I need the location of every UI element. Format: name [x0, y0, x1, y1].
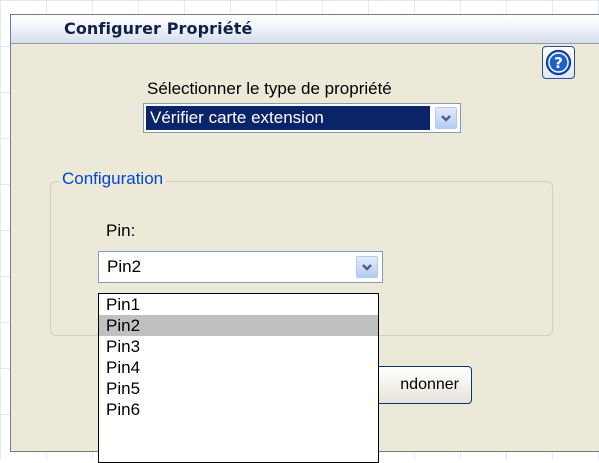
help-icon: ?: [545, 49, 572, 76]
pin-label: Pin:: [106, 221, 136, 240]
pin-option[interactable]: Pin6: [99, 399, 378, 420]
svg-text:?: ?: [554, 54, 563, 72]
property-type-select[interactable]: Vérifier carte extension: [143, 103, 461, 133]
dialog-title: Configurer Propriété: [64, 19, 253, 38]
title-bar[interactable]: Configurer Propriété: [11, 15, 599, 44]
chevron-down-icon: [362, 263, 372, 271]
pin-option[interactable]: Pin1: [99, 294, 378, 315]
pin-option[interactable]: Pin5: [99, 378, 378, 399]
help-button[interactable]: ?: [542, 46, 575, 79]
pin-select[interactable]: Pin2: [98, 251, 383, 283]
pin-option-highlighted[interactable]: Pin2: [99, 315, 378, 336]
pin-option[interactable]: Pin3: [99, 336, 378, 357]
pin-dropdown-list[interactable]: Pin1 Pin2 Pin3 Pin4 Pin5 Pin6: [98, 293, 379, 463]
pin-option[interactable]: Pin4: [99, 357, 378, 378]
pin-dropdown-button[interactable]: [356, 256, 378, 278]
property-type-label: Sélectionner le type de propriété: [147, 79, 392, 98]
pin-select-value: Pin2: [107, 257, 142, 276]
property-type-value: Vérifier carte extension: [146, 106, 430, 130]
property-type-dropdown-button[interactable]: [435, 107, 457, 129]
chevron-down-icon: [441, 114, 451, 122]
configuration-group-label: Configuration: [59, 169, 167, 189]
